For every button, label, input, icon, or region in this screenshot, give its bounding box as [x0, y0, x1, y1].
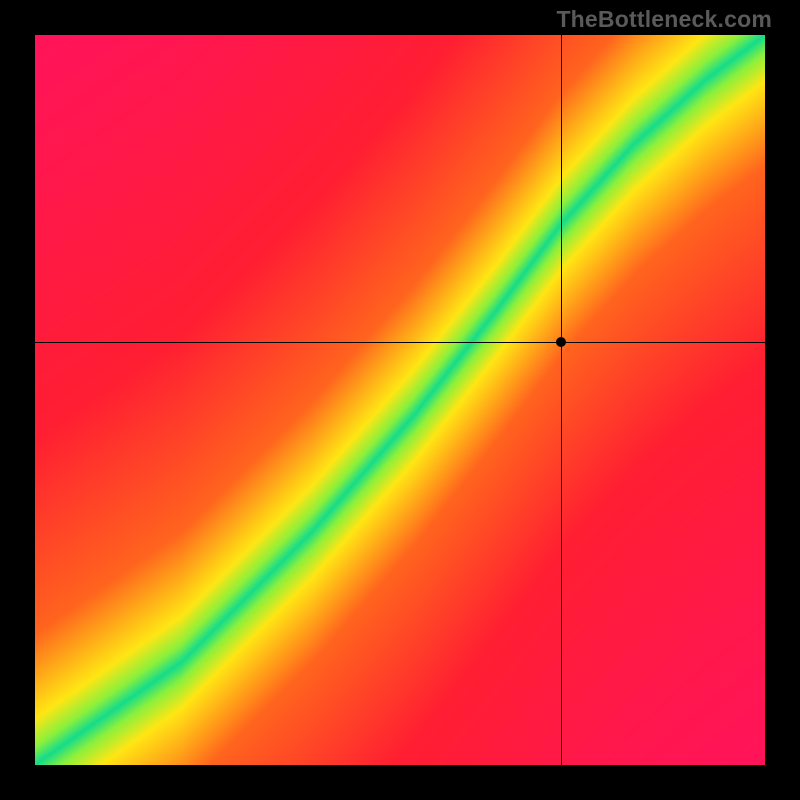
heatmap-plot — [35, 35, 765, 765]
selected-point-marker — [556, 337, 566, 347]
crosshair-vertical — [561, 35, 562, 765]
chart-frame: TheBottleneck.com — [0, 0, 800, 800]
heatmap-canvas — [35, 35, 765, 765]
attribution-label: TheBottleneck.com — [556, 6, 772, 33]
crosshair-horizontal — [35, 342, 765, 343]
